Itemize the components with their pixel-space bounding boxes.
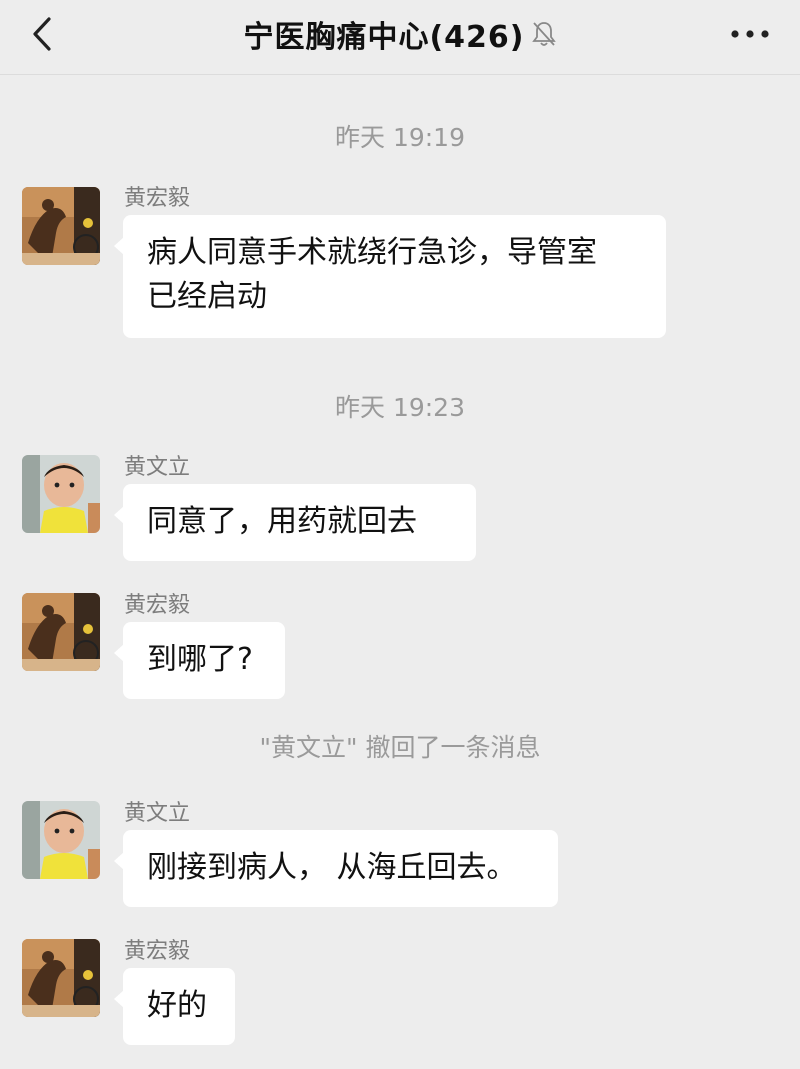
message-text-line: 病人同意手术就绕行急诊，导管室 <box>147 235 597 270</box>
sender-name: 黄文立 <box>124 455 191 480</box>
message-text-line: 到哪了? <box>147 642 253 677</box>
more-options-button[interactable] <box>730 22 770 46</box>
message-bubble[interactable]: 病人同意手术就绕行急诊，导管室 已经启动 <box>114 215 666 338</box>
recall-notice: "黄文立" 撤回了一条消息 <box>259 733 541 762</box>
timestamp: 昨天 19:19 <box>335 123 465 152</box>
message-bubble[interactable]: 到哪了? <box>114 622 285 699</box>
sender-name: 黄宏毅 <box>124 186 191 211</box>
sender-name: 黄宏毅 <box>124 939 191 964</box>
message-text-line: 同意了，用药就回去 <box>147 504 417 539</box>
avatar-huang-wenli[interactable] <box>22 455 100 533</box>
avatar-huang-hongyi[interactable] <box>22 187 100 265</box>
timestamp: 昨天 19:23 <box>335 393 465 422</box>
bell-off-icon <box>531 20 557 48</box>
avatar-huang-hongyi[interactable] <box>22 593 100 671</box>
message-text-line: 刚接到病人， 从海丘回去。 <box>147 850 517 885</box>
message-text-line: 好的 <box>147 988 207 1023</box>
sender-name: 黄文立 <box>124 801 191 826</box>
chat-title: 宁医胸痛中心(426) <box>243 20 525 55</box>
message-bubble[interactable]: 刚接到病人， 从海丘回去。 <box>114 830 558 907</box>
more-dots-icon <box>731 30 769 38</box>
message-bubble[interactable]: 好的 <box>114 968 235 1045</box>
message-text-line: 已经启动 <box>147 279 267 314</box>
avatar-huang-wenli[interactable] <box>22 801 100 879</box>
message-bubble[interactable]: 同意了，用药就回去 <box>114 484 476 561</box>
avatar-huang-hongyi[interactable] <box>22 939 100 1017</box>
chat-header: 宁医胸痛中心(426) <box>0 0 800 75</box>
sender-name: 黄宏毅 <box>124 593 191 618</box>
